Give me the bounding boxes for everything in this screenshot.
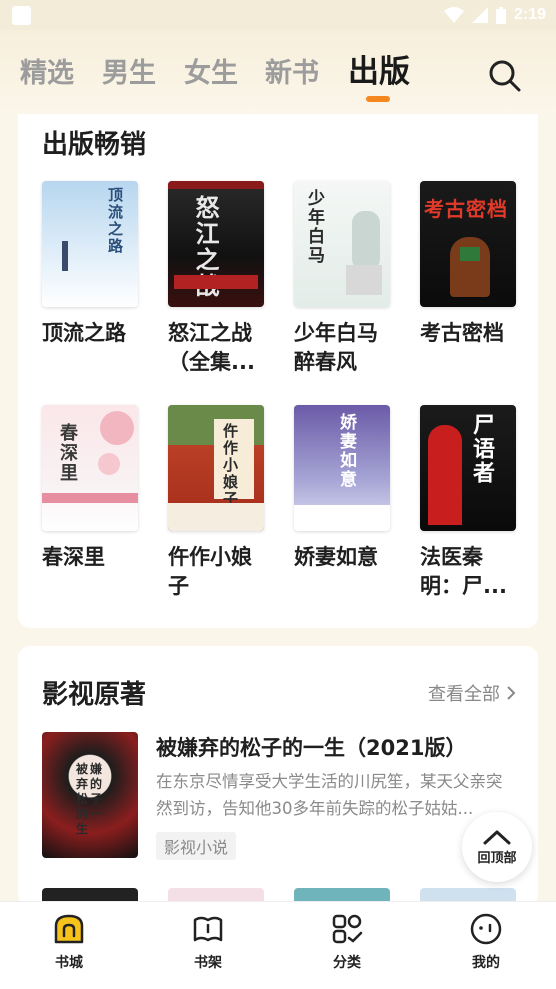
book-title: 法医秦 明：尸... — [420, 545, 507, 598]
nav-bookshelf[interactable]: 书架 — [168, 912, 248, 972]
active-tab-indicator — [366, 96, 390, 102]
view-all-link[interactable]: 查看全部 — [428, 680, 516, 706]
tab-female[interactable]: 女生 — [184, 56, 238, 92]
book-cover: 春深里 — [42, 405, 138, 531]
book-title: 娇妻如意 — [294, 545, 378, 569]
publish-bestseller-section: 出版畅销 顶流之路 顶流之路 怒江之战 怒江之战 （全集... 少年白马 少年白… — [18, 114, 538, 628]
battery-icon — [495, 6, 506, 24]
book-cover: 少年白马 — [294, 181, 390, 307]
back-to-top-label: 回顶部 — [477, 850, 517, 866]
bookshelf-icon — [193, 916, 223, 942]
status-bar: 2:19 — [0, 0, 556, 30]
book-title: 考古密档 — [420, 321, 504, 345]
nav-bookstore[interactable]: 书城 — [29, 912, 109, 972]
book-item[interactable]: 顶流之路 顶流之路 — [42, 181, 138, 348]
search-icon — [489, 60, 521, 92]
book-cover: 仵作小娘子 — [168, 405, 264, 531]
tab-publish[interactable]: 出版 — [348, 54, 410, 90]
tab-male[interactable]: 男生 — [102, 56, 156, 92]
bookstore-icon — [54, 914, 84, 944]
status-time: 2:19 — [513, 6, 546, 23]
book-cover: 顶流之路 — [42, 181, 138, 307]
book-cover: 怒江之战 — [168, 181, 264, 307]
book-item[interactable]: 尸语者 法医秦 明：尸... — [420, 405, 516, 601]
book-title: 怒江之战 （全集... — [168, 321, 255, 374]
back-to-top-button[interactable]: 回顶部 — [462, 812, 532, 882]
book-item[interactable]: 考古密档 考古密档 — [420, 181, 516, 348]
book-item[interactable]: 娇妻如意 娇妻如意 — [294, 405, 390, 572]
top-tab-bar: 精选 男生 女生 新书 出版 — [0, 30, 556, 114]
book-title: 春深里 — [42, 545, 105, 569]
section-title: 出版畅销 — [42, 130, 147, 160]
tab-featured[interactable]: 精选 — [20, 56, 74, 92]
nav-category[interactable]: 分类 — [307, 912, 387, 972]
film-book-cover[interactable]: 被嫌弃的松子的一生 — [42, 732, 138, 858]
chevron-up-icon — [483, 830, 511, 844]
genre-tag: 影视小说 — [156, 832, 237, 860]
book-title: 少年白马 醉春风 — [294, 321, 378, 374]
film-book-description: 在东京尽情享受大学生活的川尻笙，某天父亲突然到访，告知他30多年前失踪的松子姑姑… — [156, 772, 503, 818]
category-icon — [332, 914, 363, 944]
book-item[interactable]: 春深里 春深里 — [42, 405, 138, 572]
chevron-right-icon — [507, 686, 516, 700]
film-adaptation-section: 影视原著 查看全部 被嫌弃的松子的一生 被嫌弃的松子的一生（2021版） 在东京… — [18, 646, 538, 906]
signal-icon — [471, 7, 488, 23]
film-book-title[interactable]: 被嫌弃的松子的一生（2021版） — [156, 732, 466, 762]
book-item[interactable]: 少年白马 少年白马 醉春风 — [294, 181, 390, 377]
profile-icon — [470, 913, 502, 945]
book-item[interactable]: 仵作小娘子 仵作小娘 子 — [168, 405, 264, 601]
book-item[interactable]: 怒江之战 怒江之战 （全集... — [168, 181, 264, 377]
book-cover: 娇妻如意 — [294, 405, 390, 531]
book-cover: 尸语者 — [420, 405, 516, 531]
app-notification-icon — [12, 5, 31, 25]
book-title: 顶流之路 — [42, 321, 126, 345]
section-title: 影视原著 — [42, 680, 147, 710]
bottom-navigation: 书城 书架 分类 我的 — [0, 901, 556, 989]
wifi-icon — [443, 7, 464, 23]
search-button[interactable] — [487, 58, 523, 94]
tab-new-books[interactable]: 新书 — [265, 56, 319, 92]
nav-profile[interactable]: 我的 — [446, 912, 526, 972]
book-title: 仵作小娘 子 — [168, 545, 252, 598]
book-cover: 考古密档 — [420, 181, 516, 307]
